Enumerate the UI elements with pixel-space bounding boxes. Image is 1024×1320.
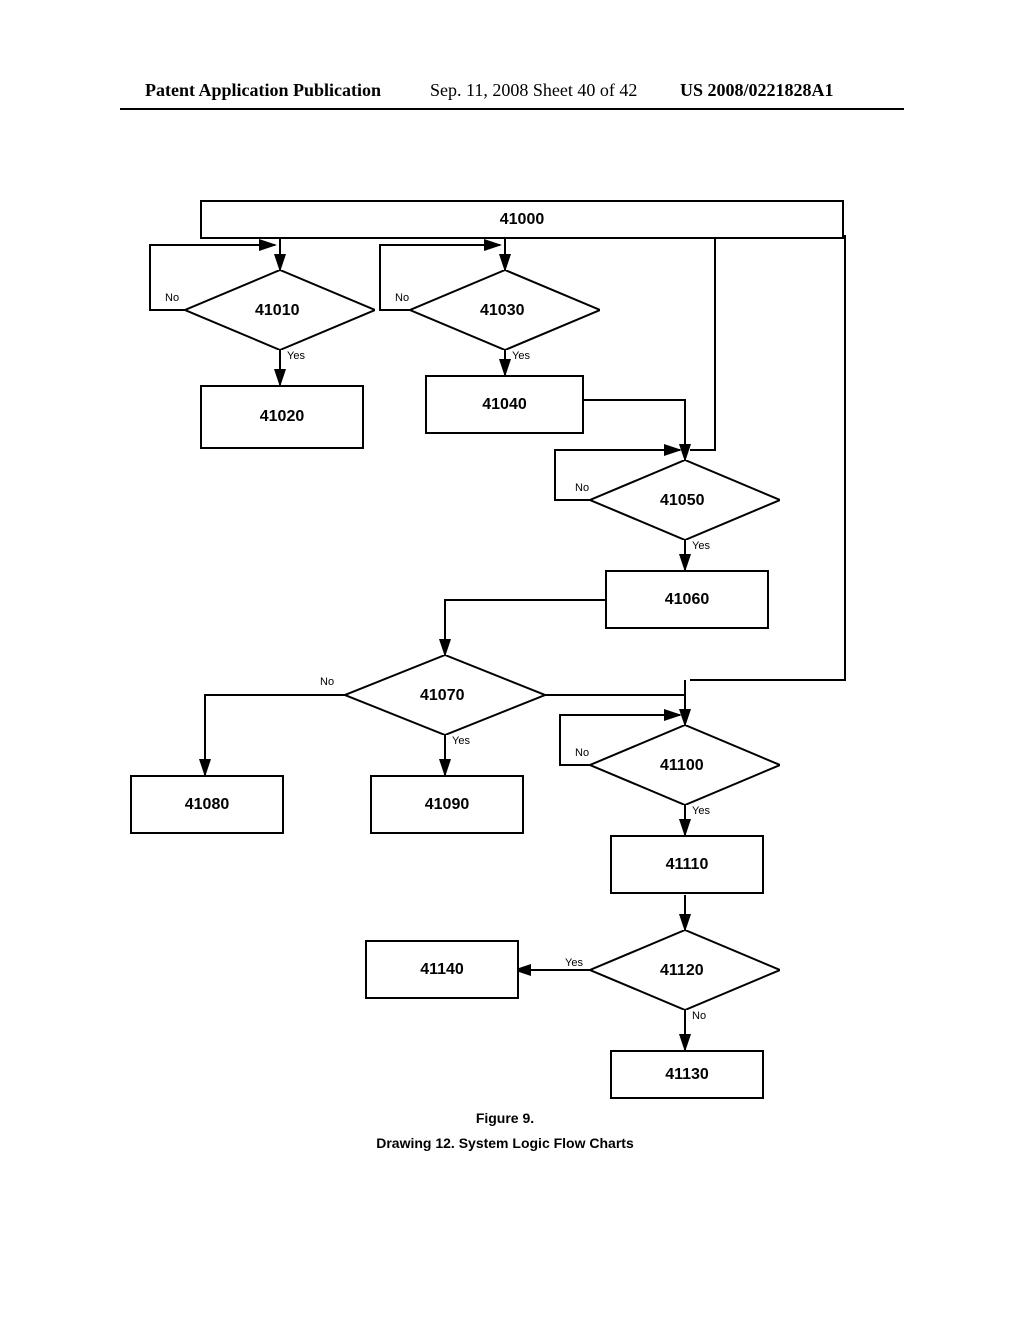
- node-label: 41000: [500, 211, 545, 229]
- header-right: US 2008/0221828A1: [680, 80, 834, 101]
- node-label: 41080: [185, 796, 230, 814]
- label-yes: Yes: [565, 957, 583, 969]
- node-41010: [185, 270, 375, 350]
- node-label: 41130: [665, 1066, 709, 1084]
- label-no: No: [165, 292, 179, 304]
- node-41120: [590, 930, 780, 1010]
- node-label: 41020: [260, 408, 305, 426]
- node-label: 41140: [420, 961, 464, 979]
- label-no: No: [692, 1010, 706, 1022]
- header-left: Patent Application Publication: [145, 80, 381, 101]
- node-41090: 41090: [370, 775, 524, 834]
- figure-number: Figure 9.: [145, 1110, 865, 1126]
- node-41070: [345, 655, 545, 735]
- node-41030: [410, 270, 600, 350]
- label-yes: Yes: [692, 805, 710, 817]
- node-41080: 41080: [130, 775, 284, 834]
- node-41060: 41060: [605, 570, 769, 629]
- label-no: No: [395, 292, 409, 304]
- label-yes: Yes: [512, 350, 530, 362]
- header-center: Sep. 11, 2008 Sheet 40 of 42: [430, 80, 637, 101]
- label-yes: Yes: [287, 350, 305, 362]
- label-yes: Yes: [452, 735, 470, 747]
- flowchart-canvas: 41000 41010 No Yes 41030 No Yes 41020 41…: [145, 200, 865, 1165]
- node-label: 41060: [665, 591, 710, 609]
- label-no: No: [575, 482, 589, 494]
- node-41140: 41140: [365, 940, 519, 999]
- label-no: No: [575, 747, 589, 759]
- node-label: 41040: [482, 396, 527, 414]
- node-41100: [590, 725, 780, 805]
- node-label: 41090: [425, 796, 470, 814]
- drawing-title: Drawing 12. System Logic Flow Charts: [145, 1135, 865, 1151]
- label-no: No: [320, 676, 334, 688]
- label-yes: Yes: [692, 540, 710, 552]
- node-41020: 41020: [200, 385, 364, 449]
- node-41040: 41040: [425, 375, 584, 434]
- header-rule: [120, 108, 904, 110]
- node-41130: 41130: [610, 1050, 764, 1099]
- node-41110: 41110: [610, 835, 764, 894]
- node-label: 41110: [666, 856, 709, 874]
- node-41000: 41000: [200, 200, 844, 239]
- node-41050: [590, 460, 780, 540]
